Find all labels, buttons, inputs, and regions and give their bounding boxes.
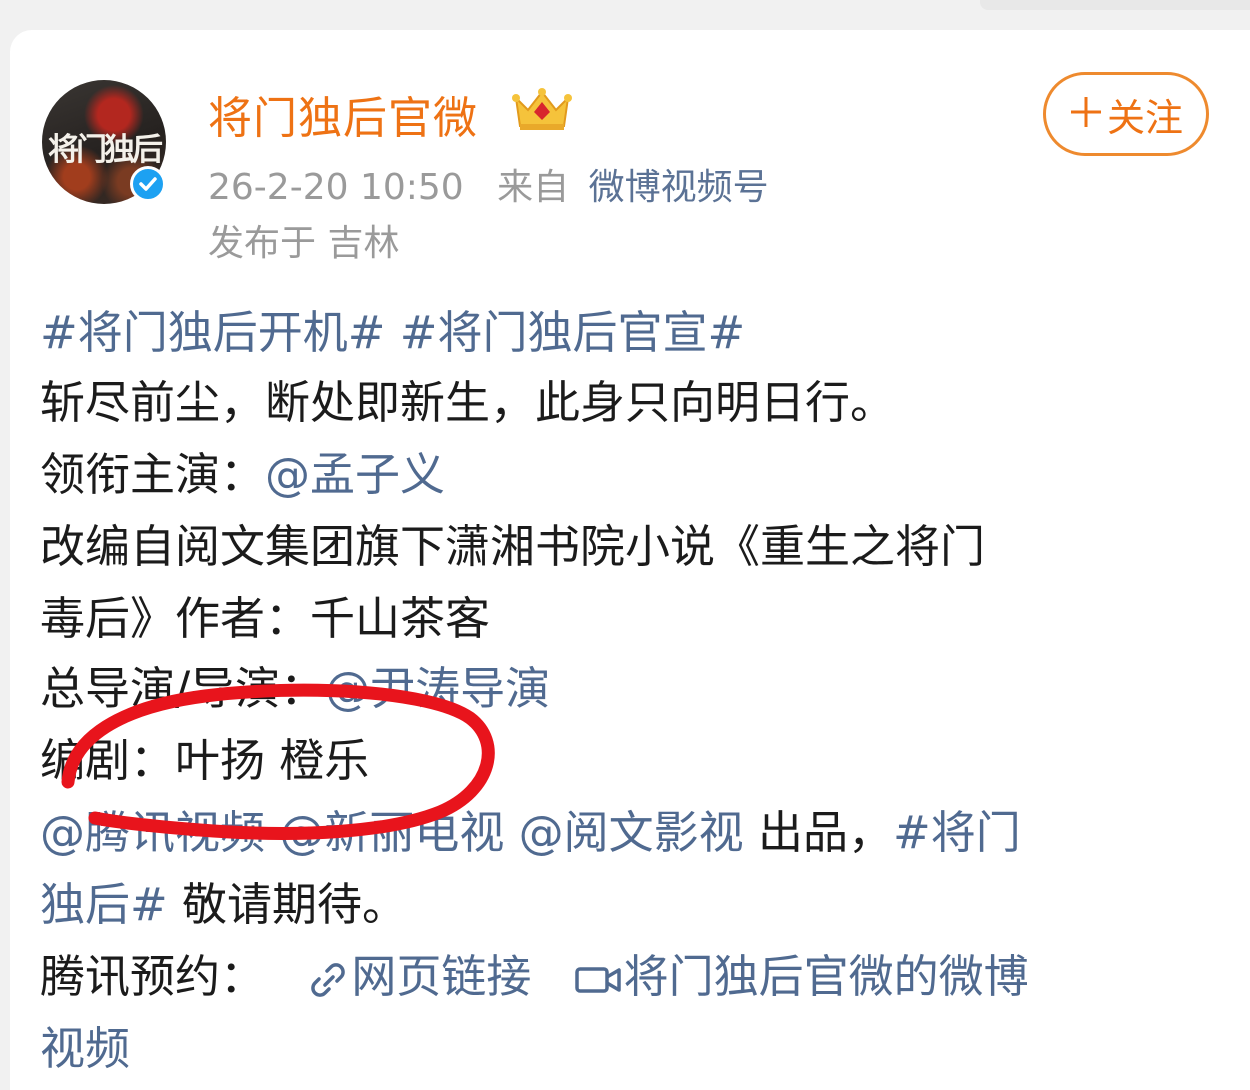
mention-link[interactable]: @孟子义: [265, 448, 445, 501]
produced-text: 出品，: [757, 806, 893, 859]
post-meta: 26-2-20 10:50 来自 微博视频号: [208, 158, 769, 210]
content-line: 腾讯预约： 网页链接 将门独后官微的微博: [40, 940, 1029, 1005]
avatar-text: 将门独后: [48, 132, 163, 168]
crown-badge-icon: [512, 88, 572, 130]
content-line: @腾讯视频 @新丽电视 @阅文影视 出品，#将门: [40, 796, 1021, 861]
verified-icon: [130, 166, 166, 202]
web-link[interactable]: 网页链接: [305, 950, 545, 1003]
author-name[interactable]: 将门独后官微: [208, 82, 478, 146]
mention-link[interactable]: @腾讯视频: [40, 806, 265, 859]
video-link-continued[interactable]: 视频: [40, 1012, 130, 1077]
top-strip-pill: [980, 0, 1250, 10]
mention-link[interactable]: @阅文影视: [519, 806, 744, 859]
follow-label: 关注: [1106, 95, 1183, 140]
hashtag-link[interactable]: #将门独后开机#: [40, 306, 385, 359]
hashtag-link[interactable]: #将门独后官宣#: [400, 306, 745, 359]
hashtag-link[interactable]: 独后#: [40, 878, 168, 931]
content-line: 毒后》作者：千山茶客: [40, 592, 491, 645]
content-line: 独后# 敬请期待。: [40, 868, 407, 933]
content-line: #将门独后开机# #将门独后官宣#: [40, 296, 745, 361]
follow-button[interactable]: 关注: [1043, 72, 1209, 156]
post-location: 发布于 吉林: [208, 223, 400, 264]
mention-link[interactable]: @新丽电视: [279, 806, 504, 859]
video-link[interactable]: 将门独后官微的微博: [574, 950, 1029, 1003]
video-link-label: 将门独后官微的微博: [623, 950, 1029, 1003]
web-link-label: 网页链接: [351, 950, 532, 1003]
link-icon: [311, 963, 346, 997]
content-line: 总导演/导演：@尹涛导演: [40, 652, 550, 717]
content-line: 改编自阅文集团旗下潇湘书院小说《重生之将门: [40, 520, 986, 573]
director-label: 总导演/导演：: [40, 662, 326, 715]
content-line: 编剧：叶扬 橙乐: [40, 734, 370, 787]
mention-link[interactable]: @尹涛导演: [325, 662, 550, 715]
reservation-label: 腾讯预约：: [40, 950, 266, 1003]
video-icon: [574, 967, 621, 993]
plus-icon: [1069, 89, 1103, 140]
content-line: 领衔主演：@孟子义: [40, 438, 445, 503]
source-link[interactable]: 微博视频号: [589, 167, 769, 208]
stay-tuned-text: 敬请期待。: [182, 878, 408, 931]
source-prefix: 来自: [497, 167, 570, 208]
lead-actor-label: 领衔主演：: [40, 448, 266, 501]
hashtag-link[interactable]: #将门: [893, 806, 1021, 859]
timestamp: 26-2-20 10:50: [208, 167, 464, 208]
content-line: 斩尽前尘，断处即新生，此身只向明日行。: [40, 376, 896, 429]
top-strip: [0, 0, 1250, 18]
